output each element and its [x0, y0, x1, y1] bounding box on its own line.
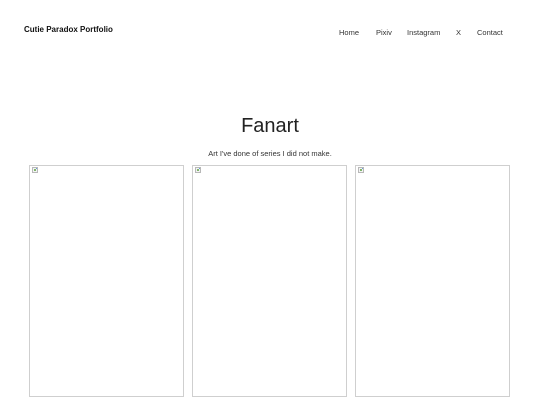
main-nav: Home Pixiv Instagram X Contact — [0, 28, 540, 40]
broken-image-icon — [32, 167, 38, 173]
gallery-item[interactable] — [355, 165, 510, 397]
broken-image-icon — [195, 167, 201, 173]
nav-item-x[interactable]: X — [456, 28, 461, 37]
gallery-item[interactable] — [29, 165, 184, 397]
nav-item-instagram[interactable]: Instagram — [407, 28, 440, 37]
nav-item-contact[interactable]: Contact — [477, 28, 503, 37]
gallery-item[interactable] — [192, 165, 347, 397]
nav-item-home[interactable]: Home — [339, 28, 359, 37]
broken-image-icon — [358, 167, 364, 173]
nav-item-pixiv[interactable]: Pixiv — [376, 28, 392, 37]
page-title: Fanart — [241, 115, 299, 137]
page-subtitle: Art I've done of series I did not make. — [208, 149, 332, 158]
